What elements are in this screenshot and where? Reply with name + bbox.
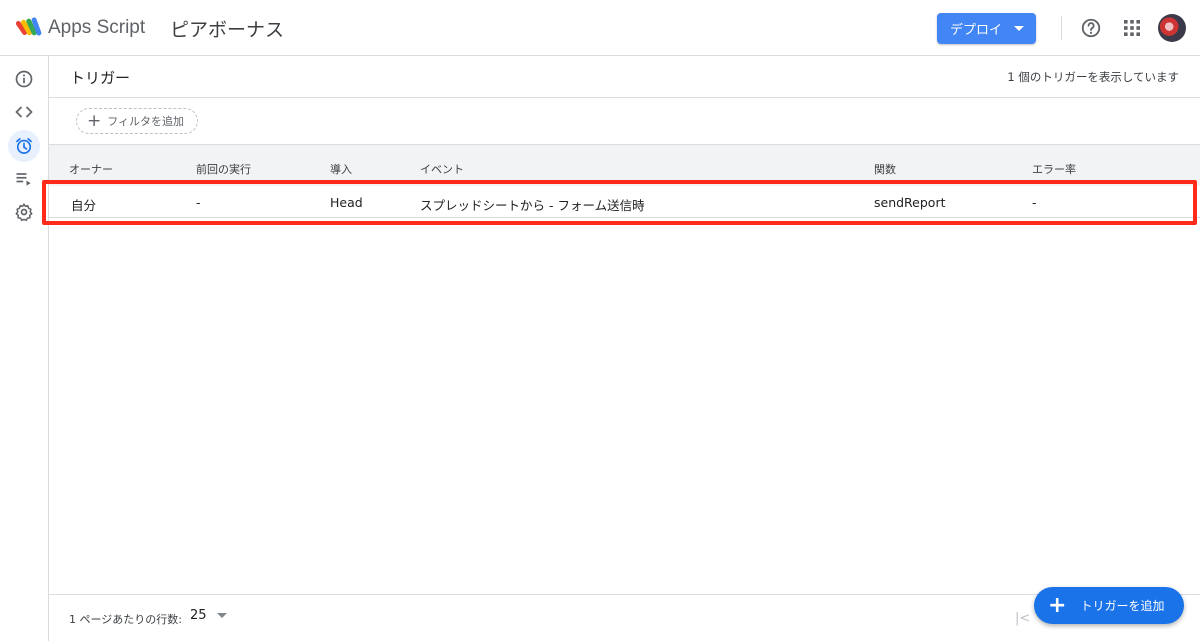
cell-last-run: - (196, 195, 201, 210)
add-filter-label: フィルタを追加 (107, 115, 185, 128)
avatar[interactable] (1158, 14, 1186, 42)
pagination-footer: 1 ページあたりの行数: 25 |< (49, 594, 1200, 641)
sidebar-item-overview[interactable] (8, 63, 40, 95)
cell-owner: 自分 (71, 198, 97, 213)
cell-function: sendReport (874, 195, 946, 210)
trigger-count-text: 1 個のトリガーを表示しています (1007, 70, 1179, 84)
cell-event: スプレッドシートから - フォーム送信時 (420, 198, 645, 213)
add-trigger-button[interactable]: + トリガーを追加 (1034, 587, 1184, 624)
table-row[interactable]: 自分 - Head スプレッドシートから - フォーム送信時 sendRepor… (49, 186, 1200, 218)
rows-per-page-select[interactable]: 25 (190, 608, 227, 623)
project-name[interactable]: ピアボーナス (170, 15, 284, 42)
sidebar (0, 56, 49, 641)
deploy-button-label: デプロイ (950, 22, 1003, 37)
plus-icon: + (87, 110, 102, 131)
alarm-clock-icon (16, 138, 32, 154)
column-header-last-run[interactable]: 前回の実行 (196, 161, 251, 177)
rows-per-page-value: 25 (190, 608, 207, 623)
main-content: トリガー 1 個のトリガーを表示しています + フィルタを追加 オーナー 前回の… (49, 56, 1200, 641)
first-page-icon[interactable]: |< (1015, 611, 1030, 626)
help-icon[interactable] (1080, 17, 1102, 39)
caret-down-icon (1014, 26, 1024, 31)
column-header-error-rate[interactable]: エラー率 (1032, 161, 1076, 177)
gear-icon (15, 203, 33, 222)
sidebar-item-triggers[interactable] (8, 130, 40, 162)
list-play-icon (16, 173, 31, 186)
app-name[interactable]: Apps Script (48, 17, 145, 39)
column-header-owner[interactable]: オーナー (69, 161, 113, 177)
top-bar: Apps Script ピアボーナス デプロイ (0, 0, 1200, 56)
caret-down-icon (216, 613, 227, 618)
table-header: オーナー 前回の実行 導入 イベント 関数 エラー率 (49, 144, 1200, 186)
code-icon (15, 106, 33, 118)
sidebar-item-executions[interactable] (8, 163, 40, 195)
toolbar-divider (1061, 16, 1062, 40)
sidebar-item-settings[interactable] (8, 196, 40, 228)
rows-per-page-label: 1 ページあたりの行数: (69, 613, 182, 626)
deploy-button[interactable]: デプロイ (937, 13, 1036, 44)
cell-error-rate: - (1032, 195, 1037, 210)
apps-grid-icon[interactable] (1123, 19, 1141, 37)
column-header-event[interactable]: イベント (420, 161, 464, 177)
info-icon (15, 70, 33, 88)
add-trigger-label: トリガーを追加 (1080, 599, 1165, 613)
plus-icon: + (1048, 592, 1067, 618)
page-title: トリガー (70, 69, 131, 87)
sidebar-item-editor[interactable] (8, 96, 40, 128)
cell-deployment: Head (330, 195, 363, 210)
add-filter-button[interactable]: + フィルタを追加 (76, 108, 198, 134)
apps-script-logo[interactable] (16, 14, 44, 42)
column-header-function[interactable]: 関数 (874, 161, 896, 177)
column-header-deployment[interactable]: 導入 (330, 161, 352, 177)
page-header: トリガー 1 個のトリガーを表示しています (49, 56, 1200, 98)
